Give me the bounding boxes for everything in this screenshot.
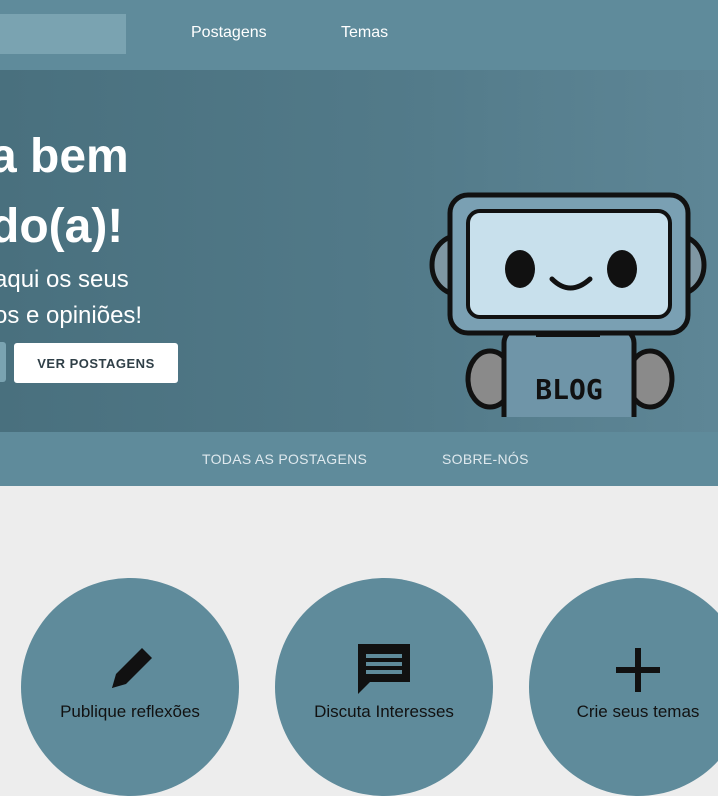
feature-publique[interactable]: Publique reflexões xyxy=(21,578,239,796)
hero-title-line: a bem xyxy=(0,130,129,183)
hero-title: a bem do(a)! xyxy=(0,122,129,262)
top-navbar: Postagens Temas xyxy=(0,0,718,70)
robot-mascot-image: BLOG xyxy=(429,192,707,417)
chat-icon xyxy=(358,644,410,694)
plus-icon xyxy=(616,648,660,692)
hero-subtitle-line: os e opiniões! xyxy=(0,302,143,329)
feature-label: Discuta Interesses xyxy=(314,702,454,721)
nav-link-temas[interactable]: Temas xyxy=(341,24,388,42)
nav-link-postagens[interactable]: Postagens xyxy=(191,24,267,42)
feature-crie[interactable]: Crie seus temas xyxy=(529,578,718,796)
feature-discuta[interactable]: Discuta Interesses xyxy=(275,578,493,796)
hero-title-line: do(a)! xyxy=(0,200,124,253)
subnav-sobre-nos[interactable]: SOBRE-NÓS xyxy=(442,451,529,467)
pencil-icon xyxy=(112,648,152,688)
ver-postagens-button[interactable]: VER POSTAGENS xyxy=(14,343,178,383)
feature-label: Publique reflexões xyxy=(60,702,200,721)
hero-subtitle-line: aqui os seus xyxy=(0,266,129,293)
hero-subtitle: aqui os seus os e opiniões! xyxy=(0,262,142,334)
feature-label: Crie seus temas xyxy=(576,702,700,721)
hero-left-button[interactable] xyxy=(0,342,6,382)
hero-section: a bem do(a)! aqui os seus os e opiniões!… xyxy=(0,70,718,432)
robot-blog-text: BLOG xyxy=(535,373,602,406)
subnav-todas-postagens[interactable]: TODAS AS POSTAGENS xyxy=(202,451,367,467)
sub-navbar: TODAS AS POSTAGENS SOBRE-NÓS xyxy=(0,432,718,486)
logo-area[interactable] xyxy=(0,14,126,54)
